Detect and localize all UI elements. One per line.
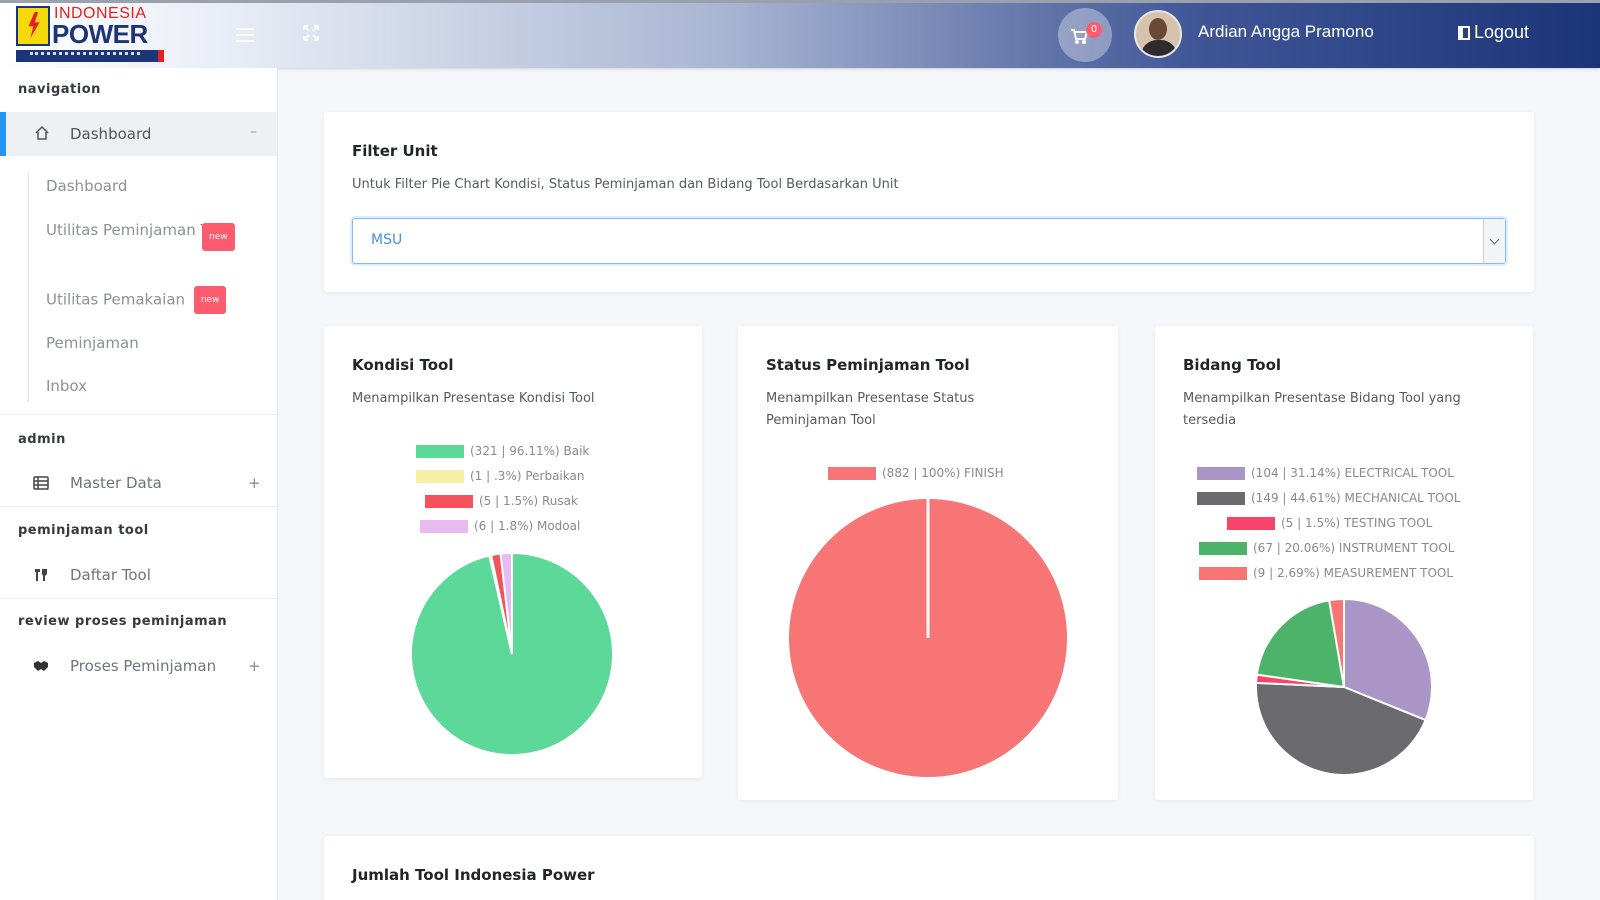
- legend-swatch: [1197, 491, 1245, 505]
- card-title: Filter Unit: [352, 142, 438, 160]
- legend-swatch: [828, 466, 876, 480]
- brand-logo[interactable]: INDONESIA POWER: [16, 5, 166, 64]
- legend-swatch: [416, 444, 464, 458]
- legend-label: (5 | 1.5%) TESTING TOOL: [1281, 516, 1433, 530]
- bidang-tool-card: Bidang Tool Menampilkan Presentase Bidan…: [1155, 326, 1533, 800]
- sidebar-divider: [0, 506, 277, 507]
- pie-chart-bidang: [1255, 598, 1433, 776]
- legend-item[interactable]: (1 | .3%) Perbaikan: [416, 469, 584, 483]
- submenu-item-dashboard[interactable]: Dashboard: [46, 174, 127, 198]
- sidebar-item-proses-peminjaman[interactable]: Proses Peminjaman +: [0, 649, 277, 685]
- legend-item[interactable]: (149 | 44.61%) MECHANICAL TOOL: [1197, 491, 1461, 505]
- jumlah-tool-card: Jumlah Tool Indonesia Power: [324, 836, 1534, 900]
- header-top-border: [0, 0, 1600, 3]
- submenu-rail: [28, 172, 29, 402]
- card-title: Bidang Tool: [1183, 356, 1282, 374]
- legend-item[interactable]: (9 | 2.69%) MEASUREMENT TOOL: [1199, 566, 1453, 580]
- card-title: Jumlah Tool Indonesia Power: [352, 866, 595, 884]
- user-name[interactable]: Ardian Angga Pramono: [1198, 22, 1374, 42]
- legend-swatch: [420, 519, 468, 533]
- sidebar-item-label: Dashboard: [70, 125, 152, 143]
- legend-item[interactable]: (67 | 20.06%) INSTRUMENT TOOL: [1199, 541, 1454, 555]
- logout-button[interactable]: Logout: [1458, 22, 1529, 43]
- sidebar-divider: [0, 414, 277, 415]
- collapse-icon[interactable]: –: [250, 124, 257, 140]
- legend-item[interactable]: (5 | 1.5%) TESTING TOOL: [1227, 516, 1432, 530]
- legend-item[interactable]: (6 | 1.8%) Modoal: [420, 519, 580, 533]
- pie-chart-kondisi: [410, 552, 614, 756]
- legend-swatch: [1197, 466, 1245, 480]
- legend-item[interactable]: (104 | 31.14%) ELECTRICAL TOOL: [1197, 466, 1454, 480]
- unit-select-value: MSU: [371, 232, 403, 248]
- legend-swatch: [425, 494, 473, 508]
- submenu-item-utilitas-peminjaman[interactable]: Utilitas Peminjaman Tool new: [46, 218, 246, 251]
- home-icon: [35, 125, 49, 140]
- expand-plus-icon[interactable]: +: [248, 474, 261, 492]
- legend-item[interactable]: (882 | 100%) FINISH: [828, 466, 1004, 480]
- section-title-admin: admin: [18, 432, 66, 447]
- filter-unit-card: Filter Unit Untuk Filter Pie Chart Kondi…: [324, 112, 1534, 292]
- legend-label: (1 | .3%) Perbaikan: [470, 469, 585, 483]
- sidebar-divider: [0, 598, 277, 599]
- sidebar-item-label: Master Data: [70, 474, 162, 492]
- submenu-label: Utilitas Pemakaian: [46, 290, 186, 309]
- logo-text-main: POWER: [52, 19, 148, 49]
- legend-label: (104 | 31.14%) ELECTRICAL TOOL: [1251, 466, 1454, 480]
- legend-swatch: [1199, 566, 1247, 580]
- submenu-item-inbox[interactable]: Inbox: [46, 374, 87, 398]
- card-subtitle: Menampilkan Presentase Status Peminjaman…: [766, 391, 975, 428]
- user-avatar[interactable]: [1134, 10, 1182, 58]
- card-title: Kondisi Tool: [352, 356, 454, 374]
- legend-label: (67 | 20.06%) INSTRUMENT TOOL: [1253, 541, 1455, 555]
- tool-icon: [35, 569, 47, 581]
- new-badge: new: [202, 223, 235, 251]
- section-title-navigation: navigation: [18, 82, 101, 97]
- cart-button[interactable]: 0: [1058, 8, 1112, 62]
- top-header: INDONESIA POWER 0 Ardian Angga Pramono L…: [0, 0, 1600, 68]
- section-title-peminjaman: peminjaman tool: [18, 523, 149, 538]
- unit-select[interactable]: MSU: [352, 218, 1506, 264]
- handshake-icon: [34, 661, 48, 671]
- new-badge: new: [193, 286, 227, 314]
- card-subtitle: Menampilkan Presentase Bidang Tool yang …: [1183, 391, 1461, 428]
- legend-swatch: [1199, 541, 1247, 555]
- legend-label: (882 | 100%) FINISH: [882, 466, 1004, 480]
- legend-label: (149 | 44.61%) MECHANICAL TOOL: [1251, 491, 1461, 505]
- sidebar-item-label: Daftar Tool: [70, 566, 151, 584]
- logout-icon: [1458, 25, 1470, 40]
- pie-chart-status: [789, 499, 1067, 777]
- legend-label: (321 | 96.11%) Baik: [470, 444, 590, 458]
- logo-bolt-icon: [16, 6, 50, 46]
- sidebar-item-dashboard[interactable]: Dashboard –: [0, 112, 277, 156]
- legend-item[interactable]: (321 | 96.11%) Baik: [416, 444, 589, 458]
- legend-item[interactable]: (5 | 1.5%) Rusak: [425, 494, 578, 508]
- section-title-review: review proses peminjaman: [18, 614, 228, 629]
- expand-plus-icon[interactable]: +: [248, 657, 261, 675]
- sidebar-item-master-data[interactable]: Master Data +: [0, 466, 277, 502]
- cart-count-badge: 0: [1086, 22, 1102, 38]
- sidebar-item-label: Proses Peminjaman: [70, 657, 217, 675]
- submenu-item-utilitas-pemakaian[interactable]: Utilitas Pemakaian new: [46, 286, 227, 314]
- legend-label: (6 | 1.8%) Modoal: [474, 519, 581, 533]
- sidebar: navigation Dashboard – Dashboard Utilita…: [0, 68, 278, 900]
- chevron-down-icon[interactable]: [1483, 219, 1505, 263]
- card-subtitle: Untuk Filter Pie Chart Kondisi, Status P…: [352, 177, 899, 192]
- menu-toggle-icon[interactable]: [236, 28, 254, 42]
- submenu-item-peminjaman[interactable]: Peminjaman: [46, 331, 139, 355]
- card-subtitle: Menampilkan Presentase Kondisi Tool: [352, 391, 595, 406]
- logo-band: [16, 50, 164, 62]
- legend-swatch: [1227, 516, 1275, 530]
- database-icon: [33, 476, 49, 490]
- logout-label: Logout: [1474, 22, 1530, 42]
- legend-label: (9 | 2.69%) MEASUREMENT TOOL: [1253, 566, 1454, 580]
- legend-swatch: [416, 469, 464, 483]
- status-peminjaman-card: Status Peminjaman Tool Menampilkan Prese…: [738, 326, 1118, 800]
- fullscreen-icon[interactable]: [302, 24, 320, 42]
- kondisi-tool-card: Kondisi Tool Menampilkan Presentase Kond…: [324, 326, 702, 778]
- card-title: Status Peminjaman Tool: [766, 356, 970, 374]
- legend-label: (5 | 1.5%) Rusak: [479, 494, 578, 508]
- sidebar-item-daftar-tool[interactable]: Daftar Tool: [0, 558, 277, 594]
